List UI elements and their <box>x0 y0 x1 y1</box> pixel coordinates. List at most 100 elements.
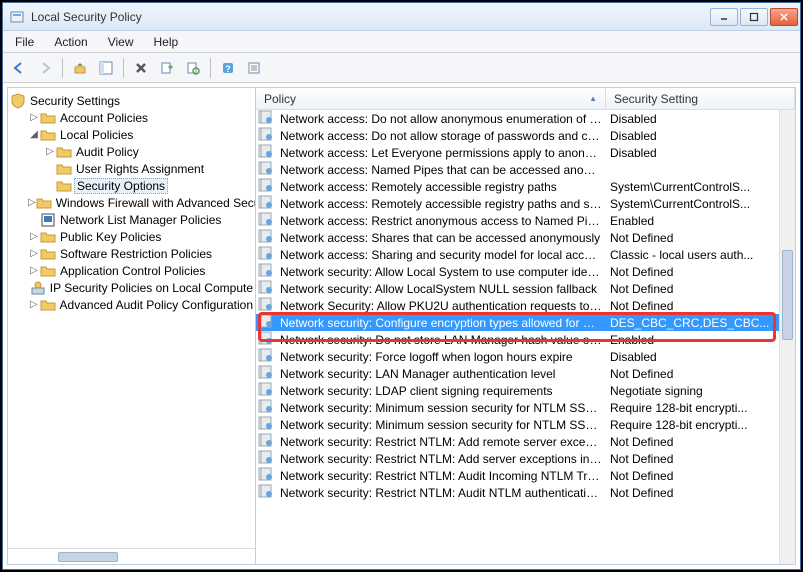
policy-name: Network security: Allow Local System to … <box>276 265 606 279</box>
tree-item[interactable]: IP Security Policies on Local Compute <box>8 279 255 296</box>
minimize-button[interactable] <box>710 8 738 26</box>
list-row[interactable]: Network security: Allow Local System to … <box>256 263 795 280</box>
tree-item-label: Audit Policy <box>74 145 141 159</box>
policy-icon <box>256 229 276 246</box>
forward-button[interactable] <box>33 56 57 80</box>
list-row[interactable]: Network access: Remotely accessible regi… <box>256 195 795 212</box>
menu-action[interactable]: Action <box>46 33 95 51</box>
list-row[interactable]: Network security: Restrict NTLM: Audit N… <box>256 484 795 501</box>
list-row[interactable]: Network security: Restrict NTLM: Add rem… <box>256 433 795 450</box>
tree-item[interactable]: ◢Local Policies <box>8 126 255 143</box>
list-row[interactable]: Network security: Minimum session securi… <box>256 399 795 416</box>
expander-icon[interactable]: ▷ <box>28 265 40 276</box>
policy-icon <box>256 348 276 365</box>
ipsec-icon <box>30 280 46 296</box>
policy-setting: Require 128-bit encrypti... <box>606 418 795 432</box>
list-row[interactable]: Network security: Minimum session securi… <box>256 416 795 433</box>
policy-setting: Not Defined <box>606 469 795 483</box>
list-row[interactable]: Network security: Restrict NTLM: Audit I… <box>256 467 795 484</box>
list-row[interactable]: Network security: Configure encryption t… <box>256 314 795 331</box>
tree-item[interactable]: ▷ Software Restriction Policies <box>8 245 255 262</box>
policy-icon <box>256 212 276 229</box>
policy-icon <box>256 331 276 348</box>
list-row[interactable]: Network security: Do not store LAN Manag… <box>256 331 795 348</box>
list-row[interactable]: Network security: Restrict NTLM: Add ser… <box>256 450 795 467</box>
list-row[interactable]: Network access: Do not allow storage of … <box>256 127 795 144</box>
up-button[interactable] <box>68 56 92 80</box>
policy-name: Network access: Let Everyone permissions… <box>276 146 606 160</box>
tree-item-label: Network List Manager Policies <box>58 213 223 227</box>
policy-icon <box>256 144 276 161</box>
policy-name: Network security: LAN Manager authentica… <box>276 367 606 381</box>
tree-item[interactable]: ▷Advanced Audit Policy Configuration <box>8 296 255 313</box>
tree-item[interactable]: Security Options <box>8 177 255 194</box>
policy-setting: Disabled <box>606 350 795 364</box>
policy-icon <box>256 450 276 467</box>
show-tree-button[interactable] <box>94 56 118 80</box>
policy-setting: Disabled <box>606 146 795 160</box>
list-row[interactable]: Network access: Remotely accessible regi… <box>256 178 795 195</box>
list-vscrollbar[interactable] <box>779 110 795 564</box>
list-row[interactable]: Network access: Do not allow anonymous e… <box>256 110 795 127</box>
properties-button[interactable] <box>242 56 266 80</box>
tree-item-label: Software Restriction Policies <box>58 247 214 261</box>
policy-icon <box>256 195 276 212</box>
export-button[interactable] <box>155 56 179 80</box>
expander-icon[interactable]: ▷ <box>28 231 40 242</box>
titlebar[interactable]: Local Security Policy <box>3 3 800 31</box>
policy-setting: Not Defined <box>606 486 795 500</box>
menu-file[interactable]: File <box>7 33 42 51</box>
tree-item[interactable]: ▷Application Control Policies <box>8 262 255 279</box>
delete-button[interactable] <box>129 56 153 80</box>
folder-icon <box>40 246 56 262</box>
policy-name: Network security: Force logoff when logo… <box>276 350 606 364</box>
policy-setting: Not Defined <box>606 231 795 245</box>
folder-icon <box>56 161 72 177</box>
list-row[interactable]: Network security: LDAP client signing re… <box>256 382 795 399</box>
list-row[interactable]: Network access: Sharing and security mod… <box>256 246 795 263</box>
back-button[interactable] <box>7 56 31 80</box>
col-policy[interactable]: Policy ▲ <box>256 88 606 109</box>
policy-setting: Classic - local users auth... <box>606 248 795 262</box>
help-button[interactable]: ? <box>216 56 240 80</box>
expander-icon[interactable]: ▷ <box>28 197 36 208</box>
expander-icon[interactable]: ▷ <box>44 146 56 157</box>
refresh-button[interactable] <box>181 56 205 80</box>
tree-item[interactable]: User Rights Assignment <box>8 160 255 177</box>
app-icon <box>9 9 25 25</box>
folder-icon <box>40 263 56 279</box>
list-row[interactable]: Network access: Shares that can be acces… <box>256 229 795 246</box>
maximize-button[interactable] <box>740 8 768 26</box>
policy-name: Network access: Named Pipes that can be … <box>276 163 606 177</box>
tree-item[interactable]: ▷Account Policies <box>8 109 255 126</box>
menu-view[interactable]: View <box>100 33 142 51</box>
list-row[interactable]: Network security: Allow LocalSystem NULL… <box>256 280 795 297</box>
policy-icon <box>256 246 276 263</box>
policy-icon <box>256 484 276 501</box>
close-button[interactable] <box>770 8 798 26</box>
list-row[interactable]: Network security: LAN Manager authentica… <box>256 365 795 382</box>
tree-hscrollbar[interactable] <box>8 548 255 564</box>
tree-item[interactable]: ▷ Windows Firewall with Advanced Secu <box>8 194 255 211</box>
policy-icon <box>256 382 276 399</box>
policy-setting: Enabled <box>606 214 795 228</box>
list-row[interactable]: Network access: Let Everyone permissions… <box>256 144 795 161</box>
tree-item[interactable]: ▷Public Key Policies <box>8 228 255 245</box>
list-row[interactable]: Network Security: Allow PKU2U authentica… <box>256 297 795 314</box>
tree-item-label: Security Options <box>74 178 168 194</box>
tree-root[interactable]: Security Settings <box>8 92 255 109</box>
expander-icon[interactable]: ▷ <box>28 248 40 259</box>
policy-setting: Not Defined <box>606 265 795 279</box>
list-row[interactable]: Network security: Force logoff when logo… <box>256 348 795 365</box>
expander-icon[interactable]: ▷ <box>28 299 40 310</box>
tree-item-label: Windows Firewall with Advanced Secu <box>54 196 255 210</box>
list-row[interactable]: Network access: Named Pipes that can be … <box>256 161 795 178</box>
expander-icon[interactable]: ▷ <box>28 112 40 123</box>
expander-icon[interactable]: ◢ <box>28 129 40 140</box>
menu-help[interactable]: Help <box>146 33 187 51</box>
list-row[interactable]: Network access: Restrict anonymous acces… <box>256 212 795 229</box>
tree-item[interactable]: Network List Manager Policies <box>8 211 255 228</box>
folder-icon <box>56 178 72 194</box>
col-setting[interactable]: Security Setting <box>606 88 795 109</box>
tree-item[interactable]: ▷ Audit Policy <box>8 143 255 160</box>
